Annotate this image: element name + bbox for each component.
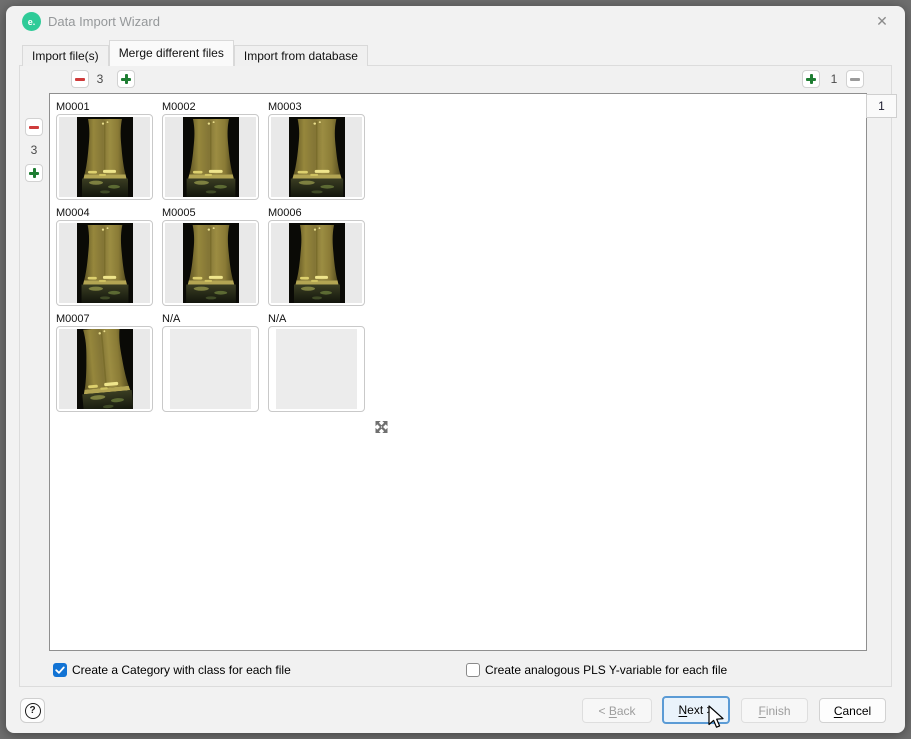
- question-mark-icon: ?: [25, 703, 41, 719]
- grid-item-label: M0001: [56, 101, 153, 114]
- grid-item-label: M0005: [162, 207, 259, 220]
- sample-image: [183, 117, 239, 197]
- grid-item-label: M0006: [268, 207, 365, 220]
- grid-item-thumbnail-empty: [268, 326, 365, 412]
- grid-item-na-1[interactable]: N/A: [162, 313, 259, 412]
- grid-item-label: M0002: [162, 101, 259, 114]
- wizard-tab-strip: Import file(s) Merge different files Imp…: [22, 40, 368, 66]
- back-button: < Back: [582, 698, 652, 723]
- column-count: 3: [90, 70, 110, 88]
- page-tab-1[interactable]: 1: [866, 94, 897, 118]
- close-icon[interactable]: ✕: [873, 12, 891, 30]
- add-column-button[interactable]: [117, 70, 135, 88]
- app-logo-icon: e.: [22, 12, 41, 31]
- window-title: Data Import Wizard: [48, 14, 160, 29]
- category-checkbox-label: Create a Category with class for each fi…: [72, 663, 291, 677]
- empty-image-placeholder: [170, 329, 251, 409]
- grid-item-m0004[interactable]: M0004: [56, 207, 153, 306]
- thumbnail-grid: M0001 M0002 M0003 M0004: [56, 101, 365, 412]
- row-count: 3: [24, 141, 44, 159]
- grid-item-m0005[interactable]: M0005: [162, 207, 259, 306]
- sample-image: [77, 223, 133, 303]
- grid-item-thumbnail: [56, 326, 153, 412]
- sample-image: [77, 117, 133, 197]
- grid-item-m0001[interactable]: M0001: [56, 101, 153, 200]
- expand-arrows-icon: [373, 419, 390, 435]
- remove-page-button[interactable]: [846, 70, 864, 88]
- sample-image: [77, 329, 133, 409]
- merge-files-page: 3 1 3 1 M0001 M0002: [19, 65, 892, 687]
- add-page-button[interactable]: [802, 70, 820, 88]
- finish-button: Finish: [741, 698, 808, 723]
- tab-import-from-database[interactable]: Import from database: [234, 45, 368, 66]
- grid-item-thumbnail: [162, 114, 259, 200]
- footer-bar: ? < Back Next > Finish Cancel: [6, 688, 905, 733]
- grid-item-thumbnail-empty: [162, 326, 259, 412]
- grid-item-thumbnail: [56, 220, 153, 306]
- grid-item-label: N/A: [162, 313, 259, 326]
- page-count: 1: [824, 70, 844, 88]
- pls-yvariable-checkbox-label: Create analogous PLS Y-variable for each…: [485, 663, 727, 677]
- pls-yvariable-checkbox[interactable]: [466, 663, 480, 677]
- cancel-button[interactable]: Cancel: [819, 698, 886, 723]
- tab-merge-different-files[interactable]: Merge different files: [109, 40, 234, 66]
- remove-column-button[interactable]: [71, 70, 89, 88]
- remove-row-button[interactable]: [25, 118, 43, 136]
- grid-item-m0006[interactable]: M0006: [268, 207, 365, 306]
- minus-icon: [75, 78, 85, 81]
- grid-item-m0003[interactable]: M0003: [268, 101, 365, 200]
- mouse-cursor: [707, 705, 729, 731]
- minus-icon: [29, 126, 39, 129]
- grid-item-m0007[interactable]: M0007: [56, 313, 153, 412]
- grid-item-label: M0003: [268, 101, 365, 114]
- grid-item-m0002[interactable]: M0002: [162, 101, 259, 200]
- grid-item-na-2[interactable]: N/A: [268, 313, 365, 412]
- category-checkbox[interactable]: [53, 663, 67, 677]
- grid-item-label: M0007: [56, 313, 153, 326]
- empty-image-placeholder: [276, 329, 357, 409]
- tab-import-files[interactable]: Import file(s): [22, 45, 109, 66]
- add-row-button[interactable]: [25, 164, 43, 182]
- grid-item-thumbnail: [268, 220, 365, 306]
- minus-icon: [850, 78, 860, 81]
- help-button[interactable]: ?: [20, 698, 45, 723]
- sample-image: [289, 223, 345, 303]
- grid-item-thumbnail: [268, 114, 365, 200]
- sample-image: [289, 117, 345, 197]
- grid-item-label: N/A: [268, 313, 365, 326]
- grid-item-thumbnail: [56, 114, 153, 200]
- grid-item-label: M0004: [56, 207, 153, 220]
- data-import-wizard-window: e. Data Import Wizard ✕ Import file(s) M…: [6, 6, 905, 733]
- grid-item-thumbnail: [162, 220, 259, 306]
- sample-image: [183, 223, 239, 303]
- check-icon: [53, 663, 67, 677]
